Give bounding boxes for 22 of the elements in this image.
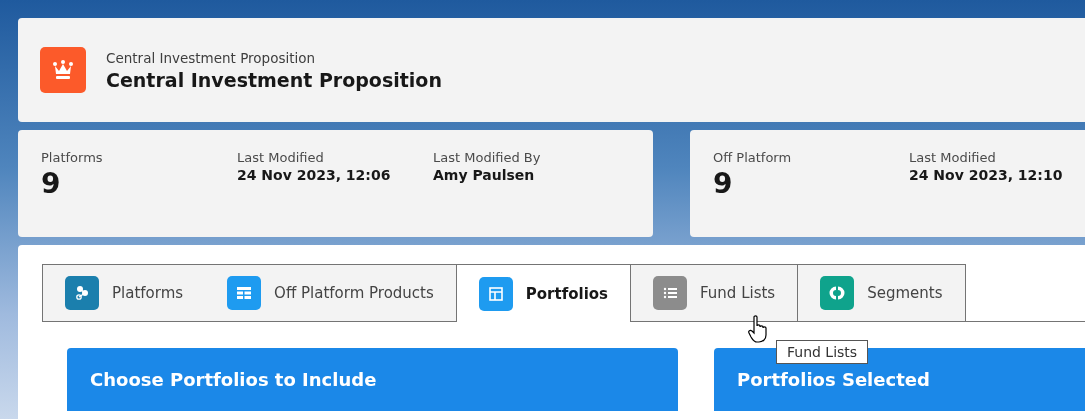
tooltip: Fund Lists	[776, 340, 869, 364]
field-label: Off Platform	[713, 150, 793, 165]
field-label: Last Modified By	[433, 150, 542, 165]
field-value: 9	[713, 167, 734, 200]
field-value: Amy Paulsen	[433, 167, 536, 183]
panel-title: Choose Portfolios to Include	[90, 369, 377, 390]
tab[interactable]: Portfolios	[456, 264, 631, 322]
field-value: 24 Nov 2023, 12:06	[237, 167, 392, 183]
object-type-label: Central Investment Proposition	[106, 49, 317, 66]
tab[interactable]: Platforms	[42, 264, 206, 321]
field-label: Platforms	[41, 150, 104, 165]
hand-cursor-icon	[748, 315, 770, 343]
field-label: Last Modified	[909, 150, 997, 165]
field-label: Last Modified	[237, 150, 325, 165]
field-value: 24 Nov 2023, 12:10	[909, 167, 1064, 183]
field-value: 9	[41, 167, 62, 200]
tab[interactable]: Fund Lists	[631, 264, 799, 321]
panel-title: Portfolios Selected	[737, 369, 930, 390]
record-title: Central Investment Proposition	[106, 68, 442, 91]
tab[interactable]: Off Platform Products	[205, 264, 457, 321]
crown-icon	[40, 47, 86, 93]
tab[interactable]: Segments	[798, 264, 966, 321]
